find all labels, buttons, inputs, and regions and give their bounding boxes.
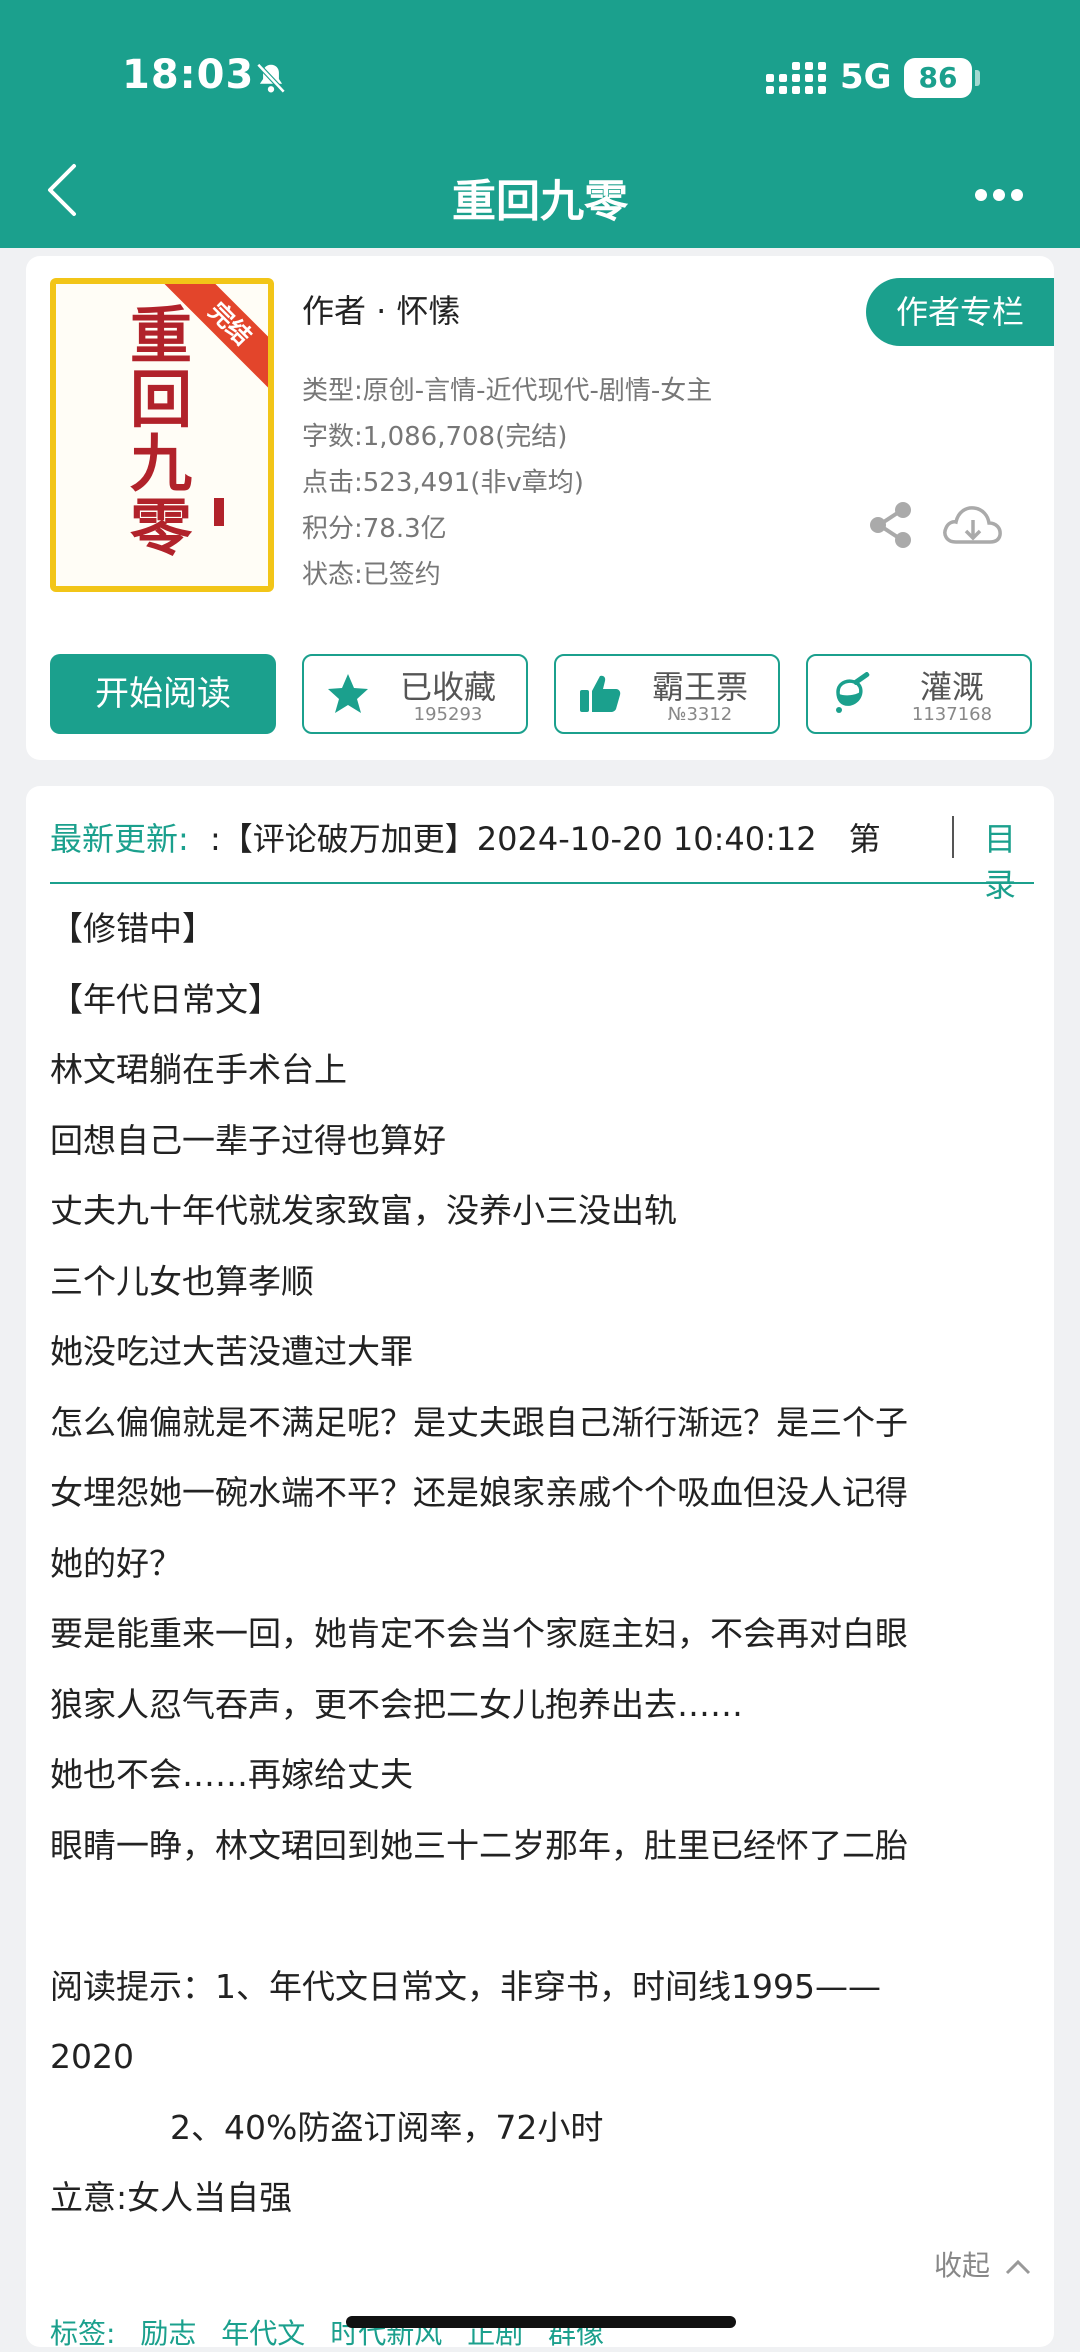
- cover-title: 重 回 九 零: [129, 299, 192, 564]
- more-icon[interactable]: [974, 188, 1024, 202]
- book-cover[interactable]: 重 回 九 零 完结: [50, 278, 274, 592]
- nutrient-button[interactable]: 灌溉 1137168: [806, 654, 1032, 734]
- network-type: 5G: [840, 57, 892, 97]
- download-cloud-icon[interactable]: [940, 500, 1004, 550]
- star-icon: [328, 674, 368, 713]
- nutrient-count: 1137168: [911, 704, 993, 725]
- favorite-button[interactable]: 已收藏 195293: [302, 654, 528, 734]
- synopsis-line: 2、40%防盗订阅率，72小时: [170, 2107, 604, 2147]
- page-title: 重回九零: [452, 176, 628, 227]
- latest-update-label: 最新更新:: [50, 820, 189, 858]
- latest-update-text[interactable]: :【评论破万加更】2024-10-20 10:40:12 第: [210, 814, 881, 860]
- book-description-card: 最新更新: :【评论破万加更】2024-10-20 10:40:12 第 目录 …: [26, 786, 1054, 2350]
- author-name[interactable]: 作者 · 怀愫: [302, 286, 461, 332]
- bell-muted-icon: [256, 63, 286, 94]
- synopsis-line: 怎么偏偏就是不满足呢？是丈夫跟自己渐行渐远？是三个子: [50, 1402, 908, 1442]
- meta-genre: 类型:原创-言情-近代现代-剧情-女主: [302, 376, 713, 406]
- book-meta: 类型:原创-言情-近代现代-剧情-女主 字数:1,086,708(完结) 点击:…: [302, 368, 712, 598]
- home-indicator[interactable]: [346, 2316, 736, 2328]
- book-synopsis: 【修错中】 【年代日常文】 林文珺躺在手术台上 回想自己一辈子过得也算好 丈夫九…: [50, 894, 1040, 2234]
- vote-label: 霸王票: [651, 668, 748, 706]
- synopsis-line: 要是能重来一回，她肯定不会当个家庭主妇，不会再对白眼: [50, 1614, 908, 1653]
- favorite-count: 195293: [413, 704, 483, 725]
- synopsis-blank-line: [50, 1881, 1040, 1952]
- vertical-divider: [952, 816, 954, 858]
- cover-seal: [214, 498, 224, 526]
- battery-indicator: 86: [904, 58, 972, 98]
- nutrient-label: 灌溉: [919, 668, 984, 706]
- book-info-card: 重 回 九 零 完结 作者 · 怀愫 作者专栏 类型:原创-言情-近代现代-剧情…: [26, 256, 1054, 760]
- tag-item[interactable]: 励志: [140, 2317, 196, 2350]
- synopsis-line: 林文珺躺在手术台上: [50, 1050, 347, 1089]
- synopsis-line: 她没吃过大苦没遭过大罪: [50, 1332, 413, 1371]
- action-buttons: 开始阅读 已收藏 195293 霸王票 №3312 灌溉 1137168: [50, 654, 1034, 736]
- share-icon[interactable]: [866, 500, 916, 550]
- synopsis-line: 她也不会……再嫁给丈夫: [50, 1755, 413, 1794]
- author-page-button[interactable]: 作者专栏: [866, 278, 1054, 346]
- signal-icon: [766, 62, 826, 94]
- synopsis-line: 眼睛一睁，林文珺回到她三十二岁那年，肚里已经怀了二胎: [50, 1825, 908, 1865]
- synopsis-line: 三个儿女也算孝顺: [50, 1261, 314, 1301]
- collapse-label: 收起: [934, 2249, 991, 2282]
- tags-label: 标签:: [50, 2317, 116, 2350]
- vote-button[interactable]: 霸王票 №3312: [554, 654, 780, 734]
- synopsis-line: 立意:女人当自强: [50, 2178, 293, 2217]
- synopsis-line: 丈夫九十年代就发家致富，没养小三没出轨: [50, 1191, 677, 1230]
- synopsis-line: 【年代日常文】: [50, 979, 281, 1019]
- chevron-up-icon: [1005, 2259, 1030, 2275]
- meta-score: 积分:78.3亿: [302, 514, 447, 544]
- section-divider: [50, 882, 1034, 884]
- synopsis-line: 女埋怨她一碗水端不平？还是娘家亲戚个个吸血但没人记得: [50, 1473, 908, 1512]
- synopsis-line: 她的好？: [50, 1543, 182, 1583]
- start-reading-button[interactable]: 开始阅读: [50, 654, 276, 734]
- synopsis-line: 阅读提示：1、年代文日常文，非穿书，时间线1995——: [50, 1966, 881, 2006]
- cover-art: 重 回 九 零 完结: [56, 284, 268, 586]
- meta-clicks: 点击:523,491(非v章均): [302, 468, 584, 498]
- favorite-label: 已收藏: [399, 668, 496, 706]
- thumbs-up-icon: [580, 675, 621, 712]
- synopsis-line: 【修错中】: [50, 909, 215, 948]
- latest-update-row[interactable]: 最新更新: :【评论破万加更】2024-10-20 10:40:12 第 目录: [50, 810, 1034, 904]
- collapse-button[interactable]: 收起: [934, 2244, 1031, 2284]
- status-time: 18:03: [122, 52, 255, 98]
- tag-item[interactable]: 年代文: [221, 2317, 305, 2350]
- flask-icon: [836, 672, 870, 713]
- synopsis-line: 狼家人忍气吞声，更不会把二女儿抱养出去……: [50, 1684, 743, 1724]
- synopsis-line: 回想自己一辈子过得也算好: [50, 1120, 446, 1160]
- vote-count: №3312: [667, 704, 733, 725]
- meta-word-count: 字数:1,086,708(完结): [302, 422, 568, 452]
- table-of-contents-button[interactable]: 目录: [984, 814, 1034, 906]
- battery-tip: [975, 70, 980, 86]
- meta-status: 状态:已签约: [302, 560, 441, 590]
- synopsis-line: 2020: [50, 2037, 134, 2076]
- app-header: 18:03 5G 86 重回九零: [0, 0, 1080, 248]
